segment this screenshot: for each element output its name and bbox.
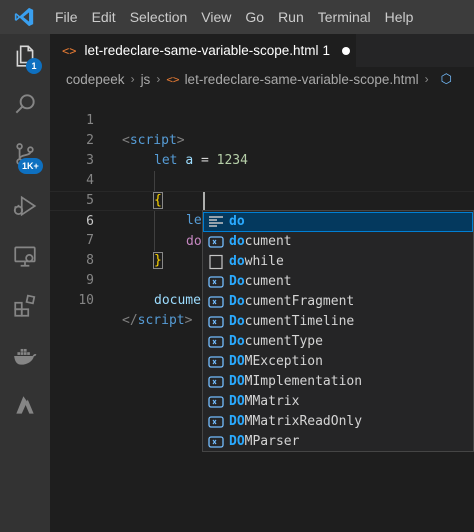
variable-icon xyxy=(207,413,225,431)
variable-icon xyxy=(207,333,225,351)
menu-bar: File Edit Selection View Go Run Terminal Help xyxy=(0,0,474,34)
suggestion-rest: MMatrix xyxy=(244,394,300,409)
html-icon: <> xyxy=(166,72,180,86)
suggestion-match: Do xyxy=(229,294,245,309)
variable-icon xyxy=(207,273,225,291)
explorer-button[interactable]: 1 xyxy=(0,34,50,82)
suggestion-match: Do xyxy=(229,274,245,289)
snippet-icon xyxy=(207,213,225,231)
breadcrumb: codepeek › js › <> let-redeclare-same-va… xyxy=(50,67,474,91)
docker-icon xyxy=(12,343,38,373)
menu-item[interactable]: Go xyxy=(238,0,271,34)
docker-button[interactable] xyxy=(0,334,50,382)
chevron-right-icon: › xyxy=(156,72,161,86)
suggestion-match: do xyxy=(229,254,245,269)
variable-icon xyxy=(207,313,225,331)
variable-icon xyxy=(207,373,225,391)
debug-icon xyxy=(12,193,38,223)
text-cursor xyxy=(203,192,205,210)
suggestion-rest: MMatrixReadOnly xyxy=(244,414,363,429)
unsaved-dot-icon[interactable] xyxy=(342,46,351,55)
suggestion-item[interactable]: Do cumentFragment xyxy=(203,292,473,312)
menu-item[interactable]: Selection xyxy=(123,0,195,34)
menu-item[interactable]: Help xyxy=(378,0,421,34)
chevron-right-icon: › xyxy=(424,72,429,86)
suggestion-rest: MParser xyxy=(244,434,300,449)
menu-item[interactable]: Terminal xyxy=(311,0,378,34)
code-line: 3 xyxy=(50,131,474,168)
tab-editor-file[interactable]: <> let-redeclare-same-variable-scope.htm… xyxy=(50,34,356,67)
chevron-right-icon: › xyxy=(130,72,135,86)
code-line-active: 6 do xyxy=(50,191,474,249)
code-line: 4 { xyxy=(50,151,474,209)
search-button[interactable] xyxy=(0,82,50,130)
suggestion-rest: MException xyxy=(244,354,323,369)
extensions-icon xyxy=(12,293,38,323)
menu-item[interactable]: View xyxy=(194,0,238,34)
variable-icon xyxy=(207,233,225,251)
suggestion-item[interactable]: DO MException xyxy=(203,352,473,372)
suggestion-match: DO xyxy=(229,434,245,449)
html-icon: <> xyxy=(62,43,77,58)
menu-item[interactable]: Edit xyxy=(85,0,123,34)
symbol-icon[interactable]: ⬡ xyxy=(441,71,452,87)
suggestion-item[interactable]: DO MParser xyxy=(203,432,473,452)
run-debug-button[interactable] xyxy=(0,184,50,232)
tab-label: let-redeclare-same-variable-scope.html xyxy=(84,43,319,58)
breadcrumb-root[interactable]: codepeek xyxy=(66,72,125,87)
suggestion-rest: while xyxy=(244,254,284,269)
suggestion-item[interactable]: do while xyxy=(203,252,473,272)
suggestion-item[interactable]: DO MMatrix xyxy=(203,392,473,412)
suggestion-match: DO xyxy=(229,374,245,389)
suggestion-item-selected[interactable]: do xyxy=(203,212,473,232)
suggestion-item[interactable]: Do cumentType xyxy=(203,332,473,352)
suggestion-rest: MImplementation xyxy=(244,374,363,389)
suggestion-item[interactable]: do cument xyxy=(203,232,473,252)
suggest-widget: do do cument do while Do cument Do cumentFragmen… xyxy=(202,210,474,452)
explorer-badge: 1 xyxy=(26,58,42,74)
search-icon xyxy=(12,91,38,121)
menu-item[interactable]: Run xyxy=(271,0,311,34)
variable-icon xyxy=(207,393,225,411)
suggestion-match: DO xyxy=(229,394,245,409)
variable-icon xyxy=(207,433,225,451)
suggestion-rest: cumentTimeline xyxy=(244,314,355,329)
suggestion-match: do xyxy=(229,214,245,229)
tab-problem-count: 1 xyxy=(322,43,331,58)
suggestion-match: do xyxy=(229,234,245,249)
suggestion-item[interactable]: Do cument xyxy=(203,272,473,292)
suggestion-item[interactable]: DO MMatrixReadOnly xyxy=(203,412,473,432)
suggestion-item[interactable]: Do cumentTimeline xyxy=(203,312,473,332)
suggestion-rest: cument xyxy=(244,234,292,249)
vscode-logo-icon xyxy=(0,0,48,34)
suggestion-rest: cument xyxy=(244,274,292,289)
variable-icon xyxy=(207,353,225,371)
remote-explorer-icon xyxy=(12,243,38,273)
activity-bar: 1 1K+ xyxy=(0,34,50,532)
suggestion-match: DO xyxy=(229,414,245,429)
tab-bar: <> let-redeclare-same-variable-scope.htm… xyxy=(50,34,474,67)
extensions-button[interactable] xyxy=(0,284,50,332)
azure-icon xyxy=(12,393,38,423)
suggestion-match: Do xyxy=(229,314,245,329)
source-control-button[interactable]: 1K+ xyxy=(0,132,50,180)
azure-button[interactable] xyxy=(0,384,50,432)
remote-explorer-button[interactable] xyxy=(0,234,50,282)
code-line: 1 <script> xyxy=(50,91,474,148)
code-line: 2 let a = 1234 xyxy=(50,111,474,168)
suggestion-rest: cumentType xyxy=(244,334,323,349)
code-line: 5 let a = 5678 xyxy=(50,171,474,228)
suggestion-item[interactable]: DO MImplementation xyxy=(203,372,473,392)
breadcrumb-file[interactable]: let-redeclare-same-variable-scope.html xyxy=(185,72,419,87)
variable-icon xyxy=(207,293,225,311)
line-number: 10 xyxy=(78,293,94,308)
suggestion-match: Do xyxy=(229,334,245,349)
breadcrumb-folder[interactable]: js xyxy=(141,72,151,87)
suggestion-match: DO xyxy=(229,354,245,369)
suggestion-rest: cumentFragment xyxy=(244,294,355,309)
snippet-box-icon xyxy=(207,253,225,271)
source-control-badge: 1K+ xyxy=(18,158,43,174)
menu-item[interactable]: File xyxy=(48,0,85,34)
